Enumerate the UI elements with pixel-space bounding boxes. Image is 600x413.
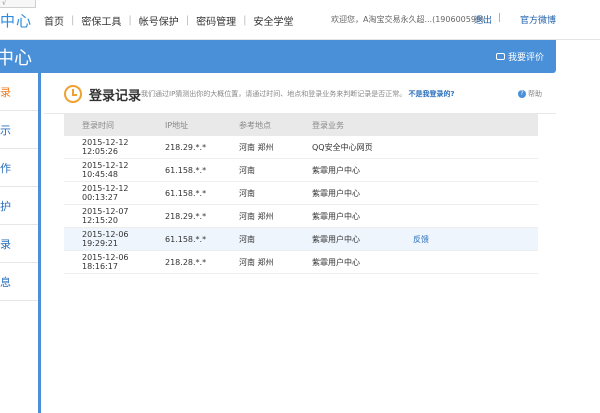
cell-ip: 218.29.*.* bbox=[165, 142, 207, 152]
column-header-ip: IP地址 bbox=[165, 120, 189, 130]
cell-time: 2015-12-12 10:45:48 bbox=[82, 161, 129, 179]
nav-home[interactable]: 首页 bbox=[44, 13, 71, 28]
cell-service: 紫霏用户中心 bbox=[312, 234, 360, 244]
column-header-time: 登录时间 bbox=[82, 120, 114, 130]
cell-ip: 218.28.*.* bbox=[165, 257, 207, 267]
cell-time: 2015-12-06 18:16:17 bbox=[82, 253, 129, 271]
sidebar: 录 示 作 护 录 息 bbox=[0, 73, 41, 413]
help-link[interactable]: ? 帮助 bbox=[518, 89, 542, 99]
welcome-text: 欢迎您，A淘宝交易永久超...(190600599) bbox=[331, 15, 485, 24]
cell-ip: 61.158.*.* bbox=[165, 188, 207, 198]
not-me-link[interactable]: 不是我登录的? bbox=[409, 90, 455, 98]
table-row-highlighted: 2015-12-06 19:29:21 61.158.*.* 河南 紫霏用户中心… bbox=[64, 228, 538, 251]
nav-security-tools[interactable]: 密保工具 bbox=[74, 13, 128, 28]
cell-time: 2015-12-12 12:05:26 bbox=[82, 138, 129, 156]
comment-icon bbox=[495, 53, 505, 60]
cell-location: 河南 bbox=[239, 234, 255, 244]
cell-service: 紫霏用户中心 bbox=[312, 165, 360, 175]
panel-title: 登录记录 bbox=[89, 89, 142, 104]
table-row: 2015-12-06 18:16:17 218.28.*.* 河南 郑州 紫霏用… bbox=[64, 251, 538, 274]
sidebar-item-login-records[interactable]: 录 bbox=[0, 73, 38, 111]
sidebar-item-5[interactable]: 录 bbox=[0, 225, 38, 263]
brand-text: 中心 bbox=[0, 12, 33, 30]
clock-icon bbox=[64, 85, 82, 103]
logout-link[interactable]: 退出 bbox=[474, 13, 492, 26]
review-button[interactable]: 我要评价 bbox=[495, 50, 544, 63]
sidebar-item-6[interactable]: 息 bbox=[0, 263, 38, 301]
cell-service: 紫霏用户中心 bbox=[312, 188, 360, 198]
nav-password-management[interactable]: 密码管理 bbox=[189, 13, 243, 28]
cell-location: 河南 郑州 bbox=[239, 142, 274, 152]
nav-links: 首页 | 密保工具 | 帐号保护 | 密码管理 | 安全学堂 bbox=[44, 13, 301, 28]
help-label: 帮助 bbox=[528, 90, 542, 98]
weibo-link[interactable]: 官方微博 bbox=[520, 13, 556, 26]
table-row: 2015-12-12 00:13:27 61.158.*.* 河南 紫霏用户中心 bbox=[64, 182, 538, 205]
description-text: 我们通过IP猜测出你的大概位置，请通过时间、地点和登录业务来判断记录是否正常。 bbox=[141, 90, 407, 98]
section-title: 中心 bbox=[0, 48, 32, 69]
cell-service: 紫霏用户中心 bbox=[312, 257, 360, 267]
sidebar-item-3[interactable]: 作 bbox=[0, 149, 38, 187]
cell-time: 2015-12-07 12:15:20 bbox=[82, 207, 129, 225]
column-header-location: 参考地点 bbox=[239, 120, 271, 130]
table-row: 2015-12-12 12:05:26 218.29.*.* 河南 郑州 QQ安… bbox=[64, 136, 538, 159]
header-separator: | bbox=[498, 13, 502, 23]
cell-ip: 61.158.*.* bbox=[165, 234, 207, 244]
cell-service: 紫霏用户中心 bbox=[312, 211, 360, 221]
nav-security-school[interactable]: 安全学堂 bbox=[247, 13, 301, 28]
login-records-table: 登录时间 IP地址 参考地点 登录业务 2015-12-12 12:05:26 … bbox=[64, 114, 538, 274]
cell-location: 河南 bbox=[239, 188, 255, 198]
sidebar-item-2[interactable]: 示 bbox=[0, 111, 38, 149]
panel-description: 我们通过IP猜测出你的大概位置，请通过时间、地点和登录业务来判断记录是否正常。 … bbox=[141, 89, 455, 99]
cell-time: 2015-12-12 00:13:27 bbox=[82, 184, 129, 202]
cell-service: QQ安全中心网页 bbox=[312, 142, 373, 152]
review-label: 我要评价 bbox=[507, 53, 544, 63]
cell-ip: 218.29.*.* bbox=[165, 211, 207, 221]
feedback-link[interactable]: 反馈 bbox=[413, 234, 513, 245]
window-corner: √ bbox=[0, 0, 36, 8]
cell-location: 河南 bbox=[239, 165, 255, 175]
cell-location: 河南 郑州 bbox=[239, 211, 274, 221]
question-icon: ? bbox=[518, 90, 526, 98]
panel-header: 登录记录 我们通过IP猜测出你的大概位置，请通过时间、地点和登录业务来判断记录是… bbox=[64, 83, 556, 113]
cell-time: 2015-12-06 19:29:21 bbox=[82, 230, 129, 248]
section-header: 中心 我要评价 bbox=[0, 40, 556, 73]
table-row: 2015-12-12 10:45:48 61.158.*.* 河南 紫霏用户中心 bbox=[64, 159, 538, 182]
cell-location: 河南 郑州 bbox=[239, 257, 274, 267]
table-row: 2015-12-07 12:15:20 218.29.*.* 河南 郑州 紫霏用… bbox=[64, 205, 538, 228]
top-nav: √ 中心 首页 | 密保工具 | 帐号保护 | 密码管理 | 安全学堂 欢迎您，A淘宝交… bbox=[0, 0, 600, 40]
cell-ip: 61.158.*.* bbox=[165, 165, 207, 175]
sidebar-item-4[interactable]: 护 bbox=[0, 187, 38, 225]
column-header-service: 登录业务 bbox=[312, 120, 344, 130]
nav-account-protection[interactable]: 帐号保护 bbox=[132, 13, 186, 28]
table-header: 登录时间 IP地址 参考地点 登录业务 bbox=[64, 114, 538, 136]
